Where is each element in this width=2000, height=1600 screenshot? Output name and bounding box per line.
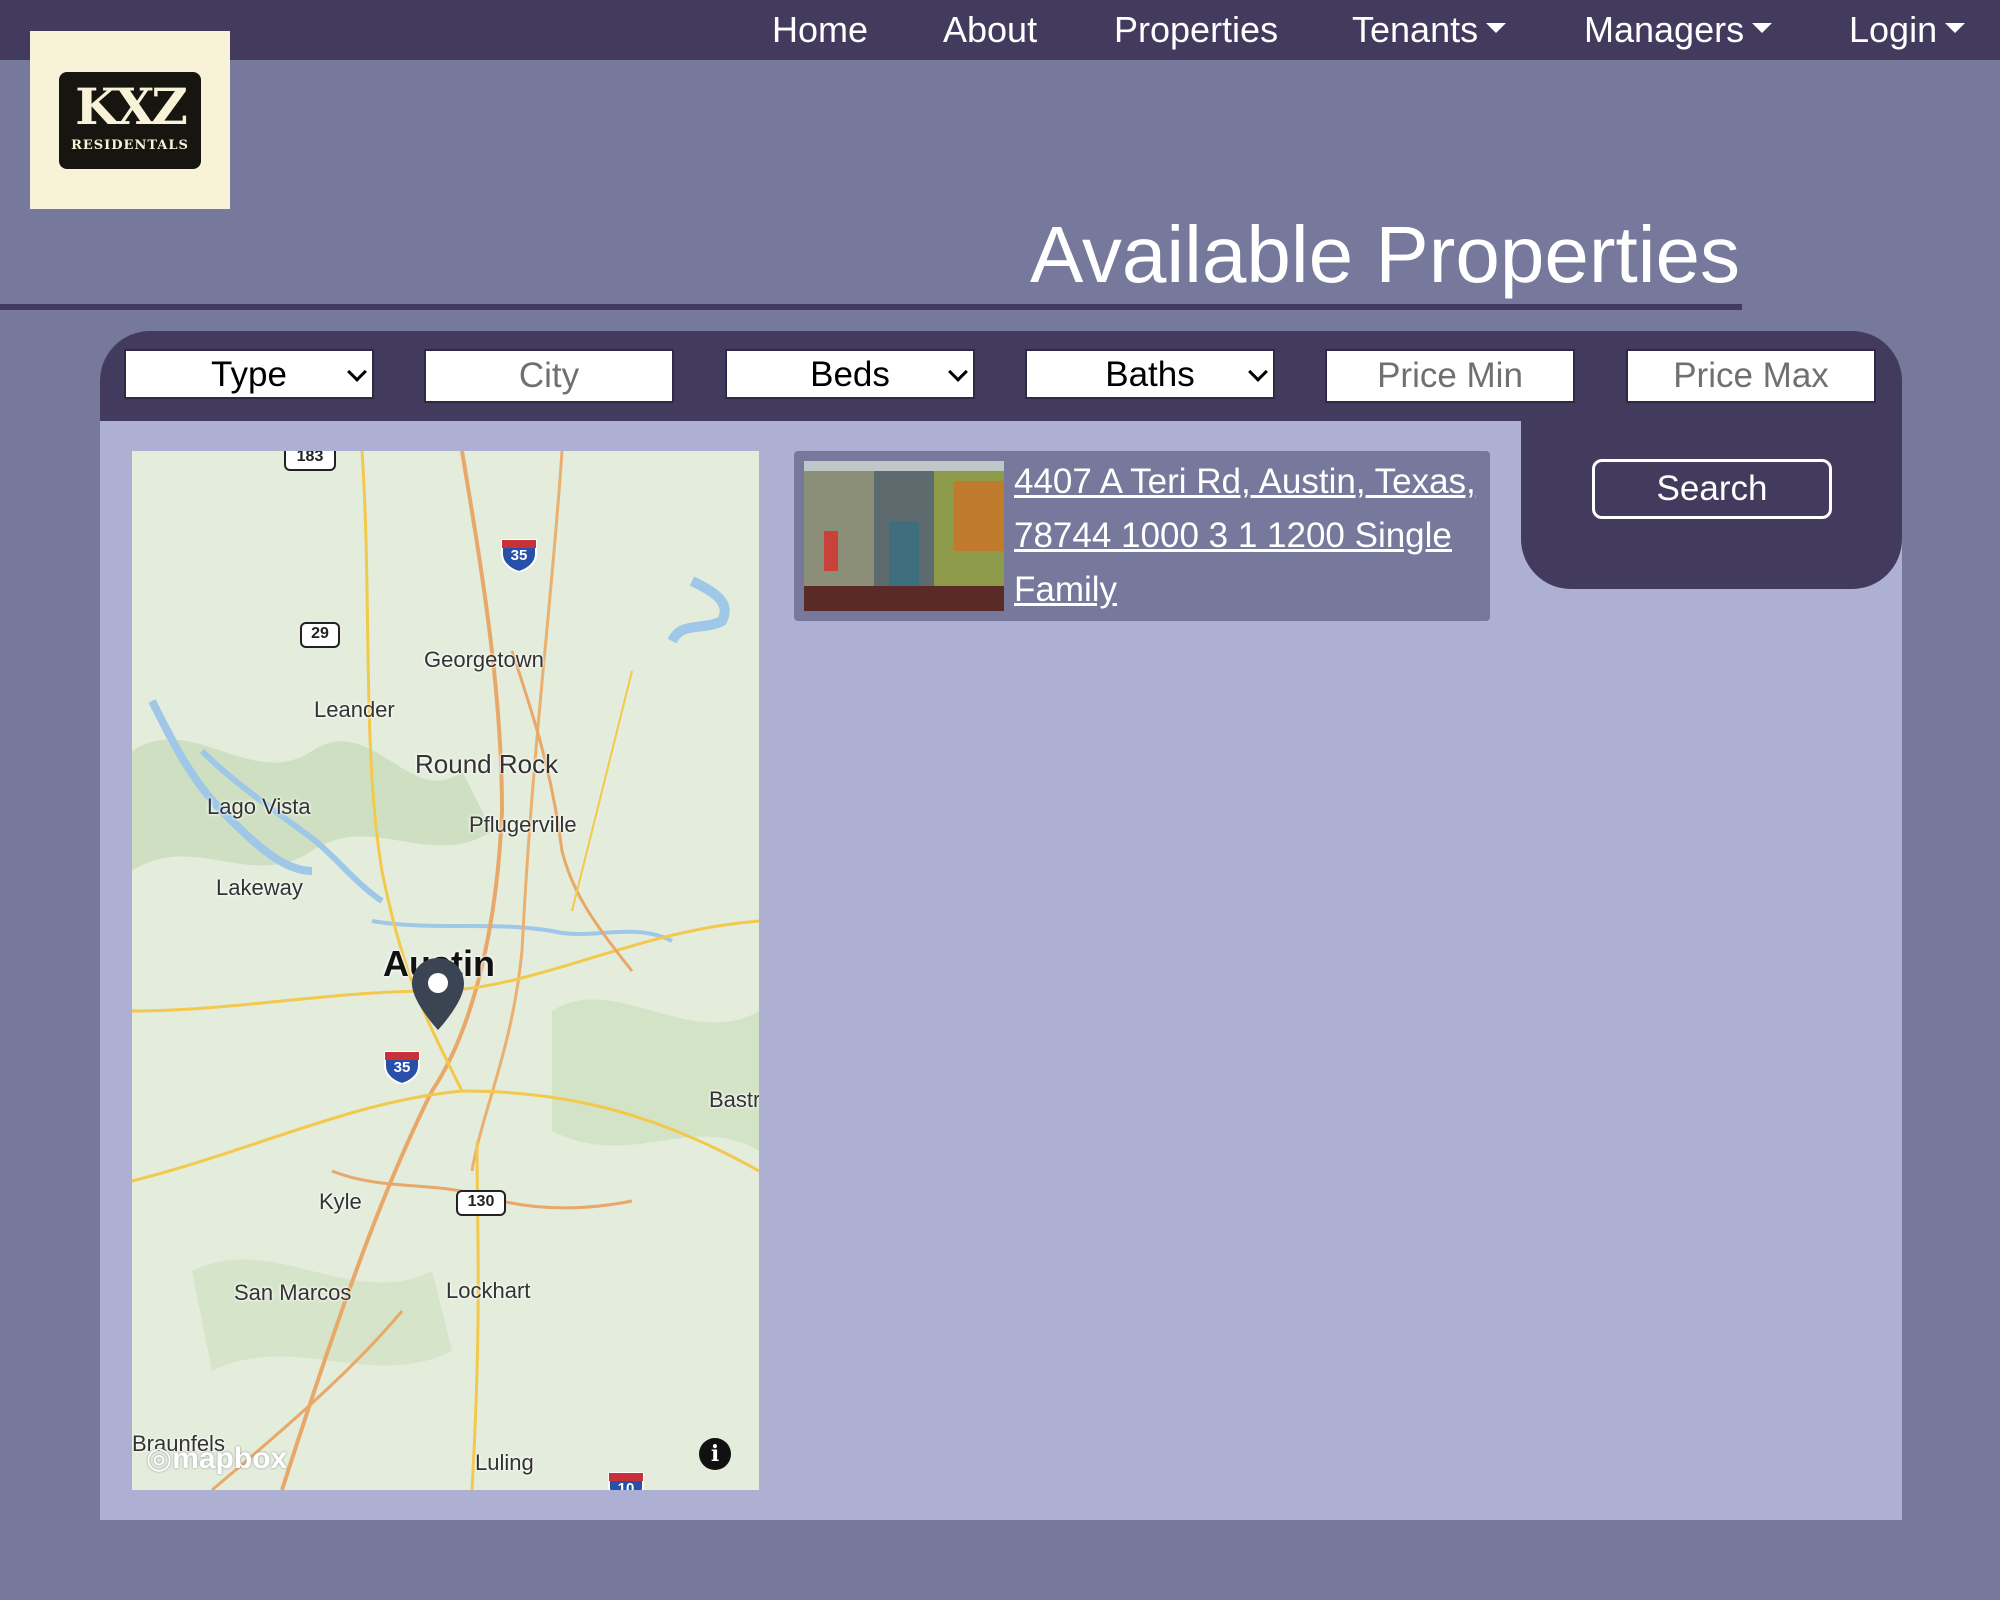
map-label: Pflugerville <box>469 812 577 837</box>
baths-select-value: Baths <box>1105 355 1195 394</box>
map-label: Bastr <box>709 1087 759 1112</box>
nav-login-dropdown[interactable]: Login <box>1849 8 1966 52</box>
map-label: San Marcos <box>234 1280 352 1305</box>
map-pin-icon[interactable] <box>410 956 466 1036</box>
caret-down-icon <box>1752 23 1773 34</box>
map-label: Lago Vista <box>207 794 311 819</box>
nav-home-link[interactable]: Home <box>772 8 868 52</box>
listing-address-link[interactable]: 4407 A Teri Rd, Austin, Texas, 78744 100… <box>1014 455 1484 617</box>
interstate-number: 35 <box>510 547 528 564</box>
mapbox-wordmark: mapbox <box>172 1442 288 1475</box>
highway-shield: 183 <box>284 451 336 471</box>
interstate-number: 35 <box>393 1059 411 1076</box>
logo-mark: KXZ <box>75 77 188 136</box>
price-max-input[interactable]: Price Max <box>1626 349 1876 403</box>
map-label: Lockhart <box>446 1278 531 1303</box>
beds-select[interactable]: Beds <box>725 349 975 399</box>
info-icon[interactable]: i <box>699 1438 731 1470</box>
map-label: Kyle <box>319 1189 362 1214</box>
chevron-down-icon <box>347 362 367 382</box>
mapbox-logo[interactable]: ◎mapbox <box>146 1441 287 1476</box>
map-label: Luling <box>475 1450 534 1475</box>
nav-properties-link[interactable]: Properties <box>1114 8 1278 52</box>
interstate-shield-icon: 35 <box>500 534 538 572</box>
page-title: Available Properties <box>1029 210 1740 299</box>
city-input[interactable]: City <box>424 349 674 403</box>
site-logo[interactable]: KXZ RESIDENTALS <box>30 31 230 209</box>
type-select[interactable]: Type <box>124 349 374 399</box>
logo-wordmark: RESIDENTALS <box>71 138 189 153</box>
chevron-down-icon <box>948 362 968 382</box>
chevron-down-icon <box>1248 362 1268 382</box>
highway-shield: 130 <box>456 1190 506 1216</box>
listing-photo[interactable] <box>804 461 1004 611</box>
title-underline <box>0 304 1742 310</box>
house-photo-image <box>804 461 1004 611</box>
nav-tenants-label: Tenants <box>1352 9 1479 50</box>
interstate-shield-icon: 35 <box>383 1046 421 1084</box>
type-select-value: Type <box>211 355 287 394</box>
property-map[interactable]: Georgetown Leander Round Rock Lago Vista… <box>132 451 759 1490</box>
highway-shield: 29 <box>300 622 340 648</box>
beds-select-value: Beds <box>810 355 890 394</box>
nav-about-link[interactable]: About <box>943 8 1037 52</box>
logo-badge: KXZ RESIDENTALS <box>59 72 201 169</box>
caret-down-icon <box>1486 23 1507 34</box>
interstate-shield-icon: 10 <box>607 1467 645 1490</box>
nav-login-label: Login <box>1849 9 1938 50</box>
map-label: Georgetown <box>424 647 544 672</box>
interstate-number: 10 <box>617 1480 635 1490</box>
map-label: Lakeway <box>216 875 303 900</box>
listing-card[interactable]: 4407 A Teri Rd, Austin, Texas, 78744 100… <box>794 451 1490 621</box>
search-button[interactable]: Search <box>1592 459 1832 519</box>
nav-managers-dropdown[interactable]: Managers <box>1584 8 1773 52</box>
price-min-input[interactable]: Price Min <box>1325 349 1575 403</box>
caret-down-icon <box>1945 23 1966 34</box>
map-label: Round Rock <box>415 749 559 779</box>
baths-select[interactable]: Baths <box>1025 349 1275 399</box>
nav-managers-label: Managers <box>1584 9 1745 50</box>
nav-tenants-dropdown[interactable]: Tenants <box>1352 8 1507 52</box>
top-navbar: Home About Properties Tenants Managers L… <box>0 0 2000 60</box>
map-label: Leander <box>314 697 395 722</box>
